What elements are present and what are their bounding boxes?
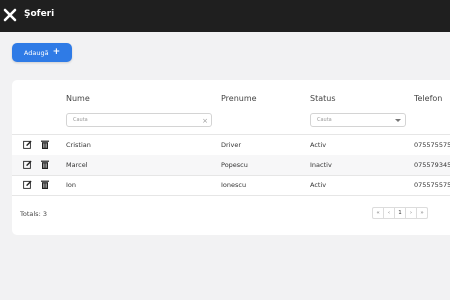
cell-telefon: 0755755755 <box>414 181 450 189</box>
column-header-status[interactable]: Status <box>310 94 336 103</box>
status-filter-select[interactable]: Cauta <box>310 113 406 127</box>
cell-prenume: Driver <box>221 141 242 149</box>
trash-icon[interactable] <box>41 140 49 149</box>
cell-status: Activ <box>310 141 327 149</box>
cell-telefon: 0755793455 <box>414 161 450 169</box>
status-filter-placeholder: Cauta <box>317 117 332 123</box>
clear-icon: × <box>202 117 208 125</box>
totals-count: Totals: 3 <box>20 210 47 218</box>
name-filter-input[interactable]: Cauta × <box>66 113 212 127</box>
trash-icon[interactable] <box>41 180 49 189</box>
edit-icon[interactable] <box>23 140 32 149</box>
add-button[interactable]: Adaugă + <box>12 43 72 62</box>
page-title: Şoferi <box>24 9 55 19</box>
pager-last-button[interactable]: » <box>416 207 428 219</box>
cell-nume: Cristian <box>66 141 91 149</box>
plus-icon: + <box>52 47 61 57</box>
table-row: Marcel Popescu Inactiv 0755793455 <box>12 155 450 175</box>
table-row: Ion Ionescu Activ 0755755755 <box>12 175 450 195</box>
pagination: « ‹ 1 › » <box>372 207 428 219</box>
column-header-telefon[interactable]: Telefon <box>414 94 442 103</box>
close-icon[interactable] <box>3 8 17 22</box>
cell-status: Activ <box>310 181 327 189</box>
trash-icon[interactable] <box>41 160 49 169</box>
chevron-down-icon <box>395 119 401 122</box>
cell-prenume: Ionescu <box>221 181 247 189</box>
column-header-nume[interactable]: Nume <box>66 94 90 103</box>
cell-nume: Ion <box>66 181 77 189</box>
edit-icon[interactable] <box>23 160 32 169</box>
table-row: Cristian Driver Activ 0755755755 <box>12 135 450 155</box>
column-header-prenume[interactable]: Prenume <box>221 94 257 103</box>
cell-telefon: 0755755755 <box>414 141 450 149</box>
top-bar: Şoferi <box>0 0 450 32</box>
cell-nume: Marcel <box>66 161 88 169</box>
cell-status: Inactiv <box>310 161 332 169</box>
edit-icon[interactable] <box>23 180 32 189</box>
cell-prenume: Popescu <box>221 161 248 169</box>
divider <box>12 195 450 196</box>
name-filter-placeholder: Cauta <box>73 117 88 123</box>
add-button-label: Adaugă <box>23 48 49 57</box>
